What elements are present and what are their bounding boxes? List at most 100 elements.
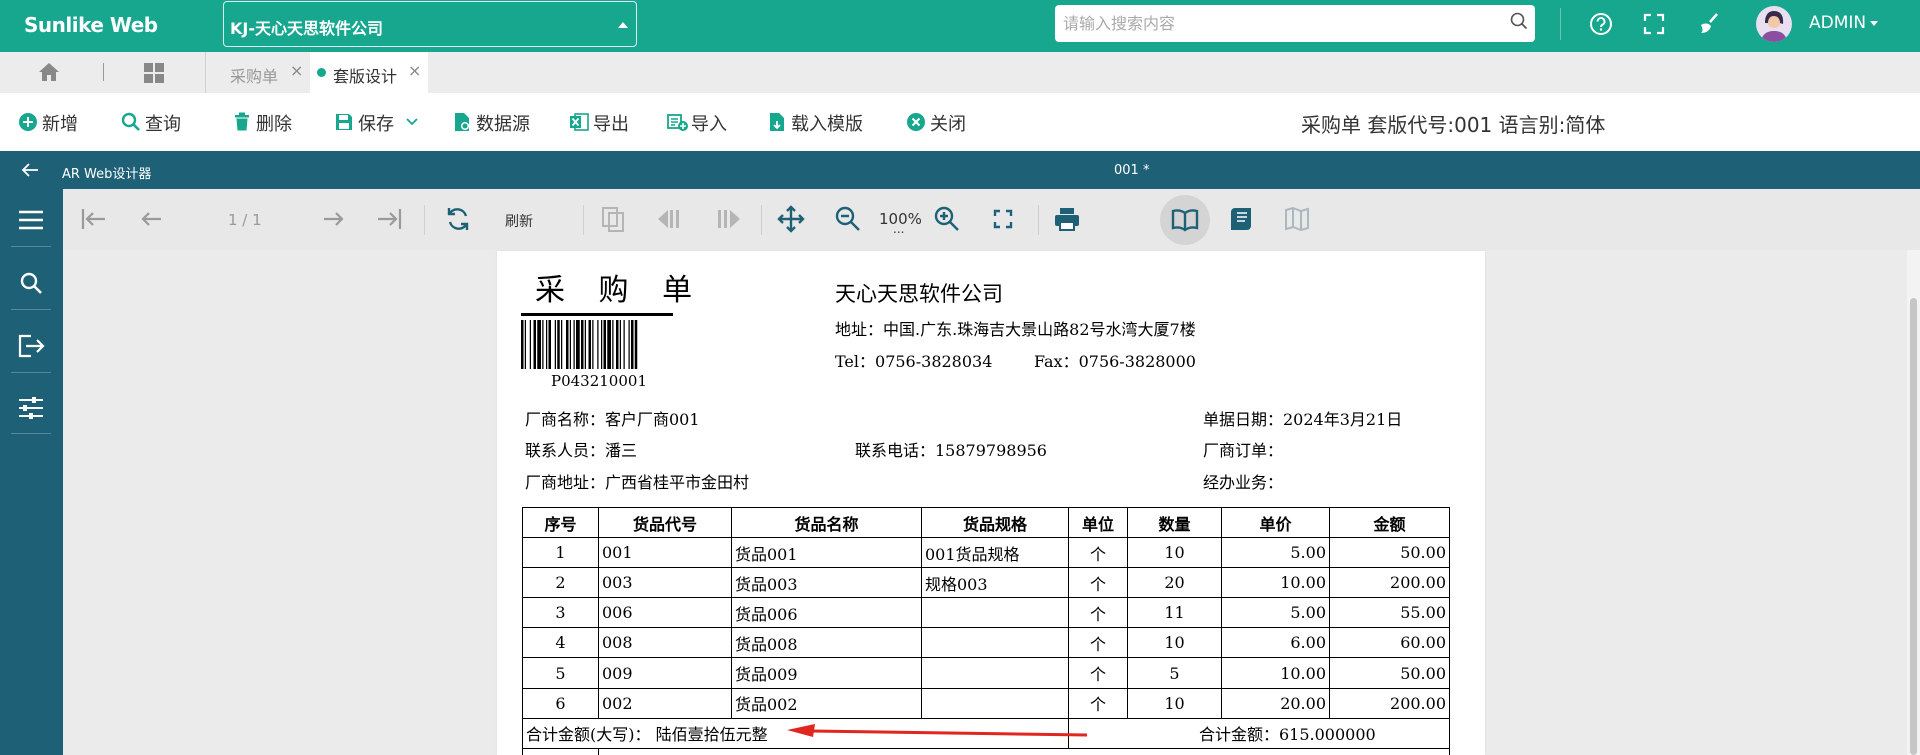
arrow-left-icon[interactable] — [21, 162, 39, 178]
delete-button[interactable]: 删除 — [232, 109, 302, 135]
tab-template-design[interactable]: 套版设计 × — [310, 52, 428, 93]
table-cell: 001货品规格 — [921, 537, 1069, 569]
help-icon[interactable] — [1588, 11, 1614, 37]
import-button[interactable]: 导入 — [667, 109, 737, 135]
vendor-name: 厂商名称：客户厂商001 — [525, 410, 700, 429]
zoom-more[interactable]: ... — [893, 222, 904, 236]
print-icon[interactable] — [1053, 205, 1081, 233]
sidebar-divider — [11, 372, 51, 373]
bill-date: 单据日期：2024年3月21日 — [1203, 410, 1403, 429]
search-input[interactable] — [1055, 5, 1535, 42]
home-icon[interactable] — [38, 62, 60, 82]
table-cell: 3 — [522, 597, 599, 629]
column-header: 单位 — [1068, 506, 1128, 539]
column-header: 货品代号 — [598, 506, 732, 539]
table-cell: 002 — [598, 687, 732, 719]
table-row: 5 009 货品009 个 5 10.00 50.00 — [522, 657, 1450, 689]
scrollbar-thumb[interactable] — [1910, 298, 1917, 755]
next-page-icon[interactable] — [320, 205, 348, 233]
export-button[interactable]: 导出 — [569, 109, 639, 135]
zoom-in-icon[interactable] — [933, 205, 961, 233]
user-name[interactable]: ADMIN — [1809, 13, 1866, 33]
menu-icon[interactable] — [17, 209, 45, 231]
table-cell — [921, 687, 1069, 719]
first-page-icon[interactable] — [79, 205, 107, 233]
toolbar-divider — [1038, 205, 1039, 235]
table-cell: 10 — [1127, 687, 1222, 719]
copy-pages-icon[interactable] — [599, 205, 627, 233]
sidebar-divider — [11, 309, 51, 310]
excel-export-icon — [570, 113, 589, 131]
table-cell: 5 — [522, 657, 599, 689]
galley-map-icon[interactable] — [1283, 205, 1311, 233]
empty-cell — [522, 747, 599, 755]
report-page: 采 购 单 P043210001 天心天思软件公司 地址：中国.广东.珠海吉大景… — [497, 251, 1485, 755]
company-selector[interactable]: KJ-天心天思软件公司 — [223, 1, 637, 47]
caret-down-icon[interactable] — [1870, 21, 1878, 26]
load-template-button[interactable]: 载入模版 — [767, 109, 877, 135]
settings-sliders-icon[interactable] — [17, 396, 45, 420]
search-icon[interactable] — [19, 271, 43, 295]
refresh-label[interactable]: 刷新 — [505, 211, 533, 231]
floppy-save-icon — [336, 114, 352, 130]
table-cell: 1 — [522, 537, 599, 569]
avatar[interactable] — [1756, 6, 1792, 42]
table-cell — [921, 597, 1069, 629]
fit-page-icon[interactable] — [989, 205, 1017, 233]
column-header: 数量 — [1127, 506, 1222, 539]
tab-label: 采购单 — [230, 67, 279, 86]
table-cell: 001 — [598, 537, 732, 569]
toolbar-divider — [583, 205, 584, 235]
table-cell: 2 — [522, 567, 599, 599]
add-button[interactable]: 新增 — [18, 109, 88, 135]
barcode-image — [521, 320, 638, 369]
grid-apps-icon[interactable] — [143, 62, 165, 84]
table-cell: 个 — [1068, 537, 1128, 569]
report-canvas[interactable]: 采 购 单 P043210001 天心天思软件公司 地址：中国.广东.珠海吉大景… — [63, 250, 1920, 755]
continuous-scroll-icon[interactable] — [1227, 205, 1255, 233]
table-cell: 20 — [1127, 567, 1222, 599]
vertical-scrollbar[interactable] — [1907, 250, 1920, 755]
column-header: 货品规格 — [921, 506, 1069, 539]
clean-brush-icon[interactable] — [1696, 11, 1722, 37]
header-divider — [1560, 8, 1561, 40]
tab-divider — [205, 52, 206, 93]
query-button[interactable]: 查询 — [121, 109, 191, 135]
tab-label: 套版设计 — [333, 67, 398, 86]
page-indicator[interactable]: 1 / 1 — [228, 211, 262, 229]
table-cell: 50.00 — [1329, 657, 1450, 689]
table-cell — [921, 627, 1069, 659]
table-cell: 货品003 — [731, 567, 922, 599]
refresh-icon[interactable] — [444, 205, 472, 233]
table-cell: 10 — [1127, 627, 1222, 659]
book-view-icon[interactable] — [1171, 205, 1199, 233]
close-icon[interactable]: × — [290, 61, 303, 80]
zoom-out-icon[interactable] — [834, 205, 862, 233]
tab-purchase-order[interactable]: 采购单 × — [218, 52, 310, 93]
save-button[interactable]: 保存 — [334, 109, 404, 135]
rewind-icon[interactable] — [656, 205, 686, 233]
vendor-order: 厂商订单： — [1203, 441, 1284, 460]
table-cell: 10 — [1127, 537, 1222, 569]
close-button[interactable]: 关闭 — [906, 109, 976, 135]
fullscreen-icon[interactable] — [1641, 11, 1667, 37]
search-icon[interactable] — [1510, 12, 1528, 30]
close-icon[interactable]: × — [408, 61, 421, 80]
forward-icon[interactable] — [712, 205, 742, 233]
table-row: 2 003 货品003 规格003 个 20 10.00 200.00 — [522, 567, 1450, 599]
table-row: 1 001 货品001 001货品规格个 10 5.00 50.00 — [522, 537, 1450, 569]
table-cell: 009 — [598, 657, 732, 689]
last-page-icon[interactable] — [376, 205, 404, 233]
sidebar-divider — [11, 433, 51, 434]
pan-move-icon[interactable] — [777, 205, 805, 233]
datasource-button[interactable]: 数据源 — [452, 109, 542, 135]
table-cell: 货品009 — [731, 657, 922, 689]
sidebar-divider — [11, 246, 51, 247]
table-cell: 10.00 — [1221, 567, 1330, 599]
table-header-row: 序号 货品代号 货品名称 货品规格 单位 数量 单价 金额 — [522, 506, 1450, 539]
previous-page-icon[interactable] — [137, 205, 165, 233]
export-arrow-icon[interactable] — [17, 334, 45, 358]
handler: 经办业务： — [1203, 473, 1284, 492]
table-cell: 11 — [1127, 597, 1222, 629]
chevron-down-icon[interactable] — [406, 117, 418, 127]
